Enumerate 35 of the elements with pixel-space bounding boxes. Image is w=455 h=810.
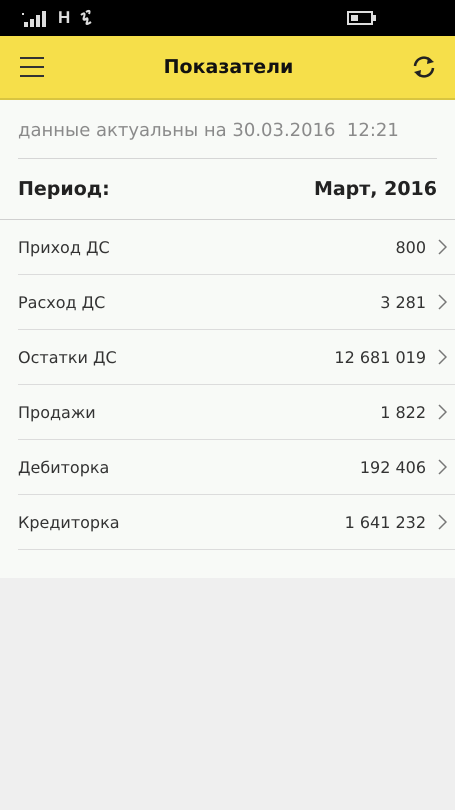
screen-title: Показатели <box>162 56 294 78</box>
network-type: H <box>58 8 70 28</box>
indicator-value: 12 681 019 <box>334 348 426 366</box>
indicator-row[interactable]: Остатки ДС 12 681 019 <box>18 330 455 385</box>
chevron-icon <box>438 514 447 530</box>
menu-icon <box>18 55 46 79</box>
chevron-icon <box>438 459 447 475</box>
chevron-icon <box>438 349 447 365</box>
period-value: Март, 2016 <box>314 178 437 200</box>
battery-icon <box>347 11 377 25</box>
chevron-icon <box>438 294 447 310</box>
indicator-row[interactable]: Дебиторка 192 406 <box>18 440 455 495</box>
menu-button[interactable] <box>18 55 46 79</box>
indicator-label: Продажи <box>18 402 97 422</box>
update-timestamp: данные актуальны на 30.03.2016 12:21 <box>18 100 437 159</box>
chevron-icon <box>438 404 447 420</box>
indicator-row[interactable]: Расход ДС 3 281 <box>18 275 455 330</box>
indicator-label: Остатки ДС <box>18 348 118 366</box>
indicator-row[interactable]: Кредиторка 1 641 232 <box>18 495 455 550</box>
indicator-label: Дебиторка <box>18 458 110 476</box>
refresh-button[interactable] <box>411 54 437 80</box>
indicator-value: 192 406 <box>360 458 426 476</box>
indicator-value: 3 281 <box>380 292 426 312</box>
indicator-label: Приход ДС <box>18 238 111 256</box>
wave-icon <box>78 9 94 27</box>
indicator-label: Кредиторка <box>18 512 121 532</box>
refresh-icon <box>411 54 437 80</box>
chevron-icon <box>438 239 447 255</box>
indicator-label: Расход ДС <box>18 292 106 312</box>
indicator-row[interactable]: Продажи 1 822 <box>18 385 455 440</box>
indicator-value: 800 <box>395 238 426 256</box>
indicator-value: 1 822 <box>380 402 426 422</box>
indicator-row[interactable]: Приход ДС 800 <box>18 220 455 275</box>
indicator-value: 1 641 232 <box>344 512 426 532</box>
period-label: Период: <box>18 178 110 200</box>
